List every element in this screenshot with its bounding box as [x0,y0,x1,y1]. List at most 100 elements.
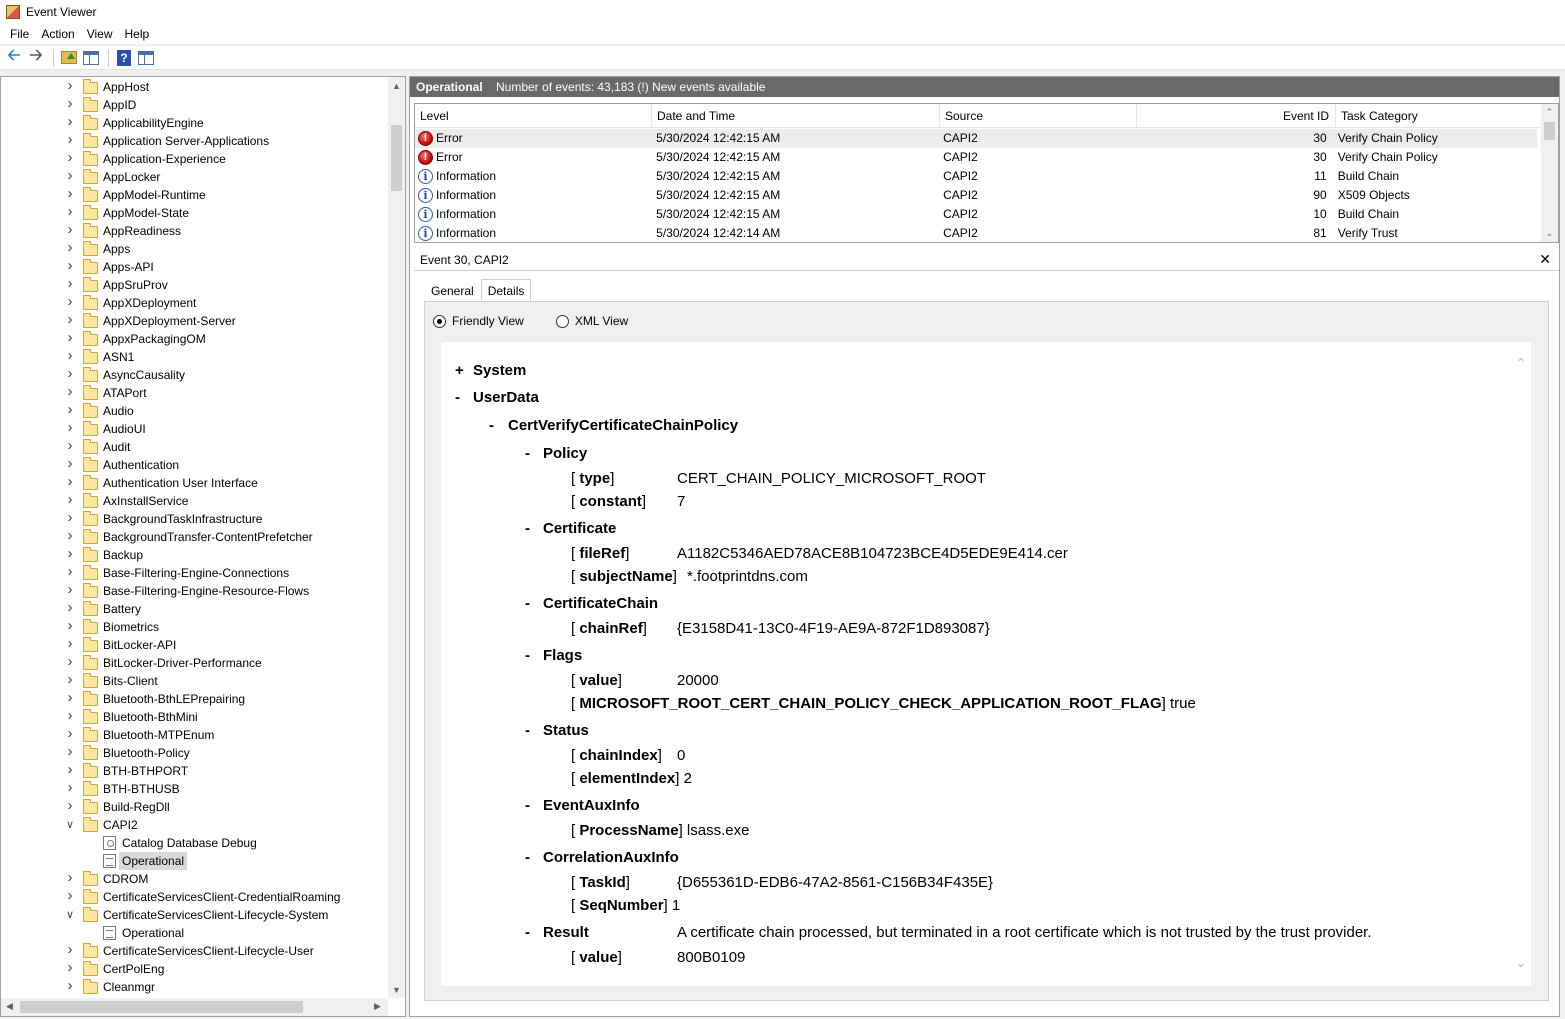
tree-folder-item[interactable]: › BackgroundTransfer-ContentPrefetcher [1,528,387,546]
chevron-down-icon[interactable]: ∨ [65,910,75,921]
chevron-right-icon[interactable]: › [65,456,75,471]
tree-vertical-scrollbar[interactable]: ▲ ▼ [388,77,405,998]
chevron-right-icon[interactable]: › [65,366,75,381]
column-event-id[interactable]: Event ID [1137,104,1336,128]
tree-folder-item[interactable]: › CertificateServicesClient-CredentialRoa… [1,888,387,906]
tree-folder-item[interactable]: › BitLocker-Driver-Performance [1,654,387,672]
collapse-root-toggle[interactable]: - [489,417,494,434]
chevron-right-icon[interactable]: › [65,564,75,579]
chevron-right-icon[interactable]: › [65,132,75,147]
help-button[interactable]: ? [114,48,134,68]
chevron-right-icon[interactable]: › [65,96,75,111]
tree-log-item[interactable]: Operational [1,924,387,942]
tree-folder-item[interactable]: › Authentication [1,456,387,474]
chevron-right-icon[interactable]: › [65,474,75,489]
tree-folder-item[interactable]: › BackgroundTaskInfrastructure [1,510,387,528]
event-row[interactable]: i Information 5/30/2024 12:42:14 AM CAPI2 81… [415,224,1537,242]
tree-folder-item[interactable]: › ASN1 [1,348,387,366]
chevron-right-icon[interactable]: › [65,168,75,183]
chevron-right-icon[interactable]: › [65,240,75,255]
collapse-auxinfo-toggle[interactable]: - [525,797,530,814]
tree-folder-item[interactable]: › Backup [1,546,387,564]
tree-scroll-thumb[interactable] [391,125,402,191]
tree-folder-item[interactable]: › CertificateServicesClient-Lifecycle-Use… [1,942,387,960]
tree-folder-item[interactable]: › Audit [1,438,387,456]
chevron-right-icon[interactable]: › [65,420,75,435]
column-date-time[interactable]: Date and Time [652,104,940,128]
event-row[interactable]: i Information 5/30/2024 12:42:15 AM CAPI2 11… [415,167,1537,186]
chevron-right-icon[interactable]: › [65,528,75,543]
tree-folder-item[interactable]: › AudioUI [1,420,387,438]
tree-folder-item[interactable]: › Application-Experience [1,150,387,168]
tree-hscroll-thumb[interactable] [20,1001,303,1013]
chevron-right-icon[interactable]: › [65,312,75,327]
tree-folder-item[interactable]: › AppID [1,96,387,114]
chevron-right-icon[interactable]: › [65,276,75,291]
show-action-pane-button[interactable] [136,48,156,68]
chevron-right-icon[interactable]: › [65,294,75,309]
chevron-right-icon[interactable]: › [65,204,75,219]
tree-folder-item[interactable]: › Bluetooth-Policy [1,744,387,762]
tree-folder-item[interactable]: › AsyncCausality [1,366,387,384]
close-icon[interactable]: ✕ [1539,251,1551,268]
chevron-down-icon[interactable]: ∨ [65,820,75,831]
menu-file[interactable]: File [4,27,35,41]
collapse-chain-toggle[interactable]: - [525,595,530,612]
chevron-right-icon[interactable]: › [65,618,75,633]
menu-help[interactable]: Help [119,27,156,41]
chevron-right-icon[interactable]: › [65,654,75,669]
tree-folder-item[interactable]: › AppxPackagingOM [1,330,387,348]
collapse-certificate-toggle[interactable]: - [525,520,530,537]
menu-view[interactable]: View [81,27,119,41]
friendly-view-label[interactable]: Friendly View [452,314,524,328]
friendly-view-radio[interactable] [433,314,446,328]
tree-folder-item[interactable]: › Application Server-Applications [1,132,387,150]
tree-folder-item[interactable]: › Bluetooth-BthLEPrepairing [1,690,387,708]
expand-system-toggle[interactable]: + [455,362,464,379]
grid-vertical-scrollbar[interactable]: ⌃ ⌄ [1541,104,1558,242]
grid-scroll-thumb[interactable] [1544,122,1555,140]
chevron-right-icon[interactable]: › [65,510,75,525]
chevron-right-icon[interactable]: › [65,870,75,885]
chevron-right-icon[interactable]: › [65,582,75,597]
tree-folder-item[interactable]: › AxInstallService [1,492,387,510]
scroll-right-icon[interactable]: ▶ [369,998,386,1015]
chevron-right-icon[interactable]: › [65,960,75,975]
column-source[interactable]: Source [940,104,1137,128]
tree-folder-item[interactable]: › Audio [1,402,387,420]
grid-scroll-up-icon[interactable]: ⌃ [1541,104,1558,121]
forward-arrow-icon[interactable]: 🡢 [26,47,46,68]
chevron-right-icon[interactable]: › [65,942,75,957]
collapse-policy-toggle[interactable]: - [525,445,530,462]
details-scroll-up-icon[interactable]: ⌃ [1513,356,1529,370]
tree-folder-item[interactable]: › Apps [1,240,387,258]
tree-folder-item[interactable]: › ATAPort [1,384,387,402]
chevron-right-icon[interactable]: › [65,636,75,651]
event-row[interactable]: i Information 5/30/2024 12:42:15 AM CAPI2 10… [415,205,1537,224]
tree-folder-item[interactable]: › AppXDeployment [1,294,387,312]
tree-folder-item[interactable]: › AppSruProv [1,276,387,294]
chevron-right-icon[interactable]: › [65,258,75,273]
chevron-right-icon[interactable]: › [65,348,75,363]
tree-folder-item[interactable]: › Bits-Client [1,672,387,690]
chevron-right-icon[interactable]: › [65,492,75,507]
menu-action[interactable]: Action [35,27,80,41]
tree-folder-item[interactable]: › Bluetooth-MTPEnum [1,726,387,744]
collapse-result-toggle[interactable]: - [525,924,530,941]
tree-folder-item[interactable]: › ApplicabilityEngine [1,114,387,132]
event-row[interactable]: ! Error 5/30/2024 12:42:15 AM CAPI2 30 Verify… [415,129,1537,148]
column-level[interactable]: Level [415,104,652,128]
chevron-right-icon[interactable]: › [65,978,75,993]
tree-folder-item[interactable]: › CertPolEng [1,960,387,978]
chevron-right-icon[interactable]: › [65,222,75,237]
chevron-right-icon[interactable]: › [65,438,75,453]
tree-folder-item[interactable]: › Apps-API [1,258,387,276]
tree-folder-item[interactable]: ∨ CAPI2 [1,816,387,834]
tab-details[interactable]: Details [480,279,532,301]
chevron-right-icon[interactable]: › [65,330,75,345]
tree-folder-item[interactable]: › Authentication User Interface [1,474,387,492]
tree-folder-item[interactable]: › BTH-BTHUSB [1,780,387,798]
chevron-right-icon[interactable]: › [65,600,75,615]
tree-horizontal-scrollbar[interactable]: ◀ ▶ [1,998,388,1016]
tree-folder-item[interactable]: › Biometrics [1,618,387,636]
